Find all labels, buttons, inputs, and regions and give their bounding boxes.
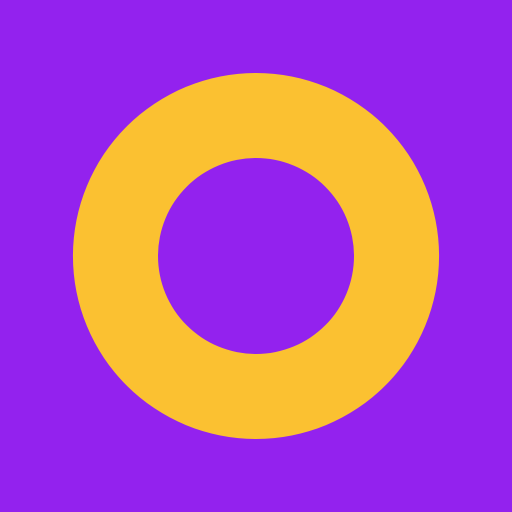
ring-icon-canvas (0, 0, 512, 512)
ring-icon (0, 0, 512, 512)
